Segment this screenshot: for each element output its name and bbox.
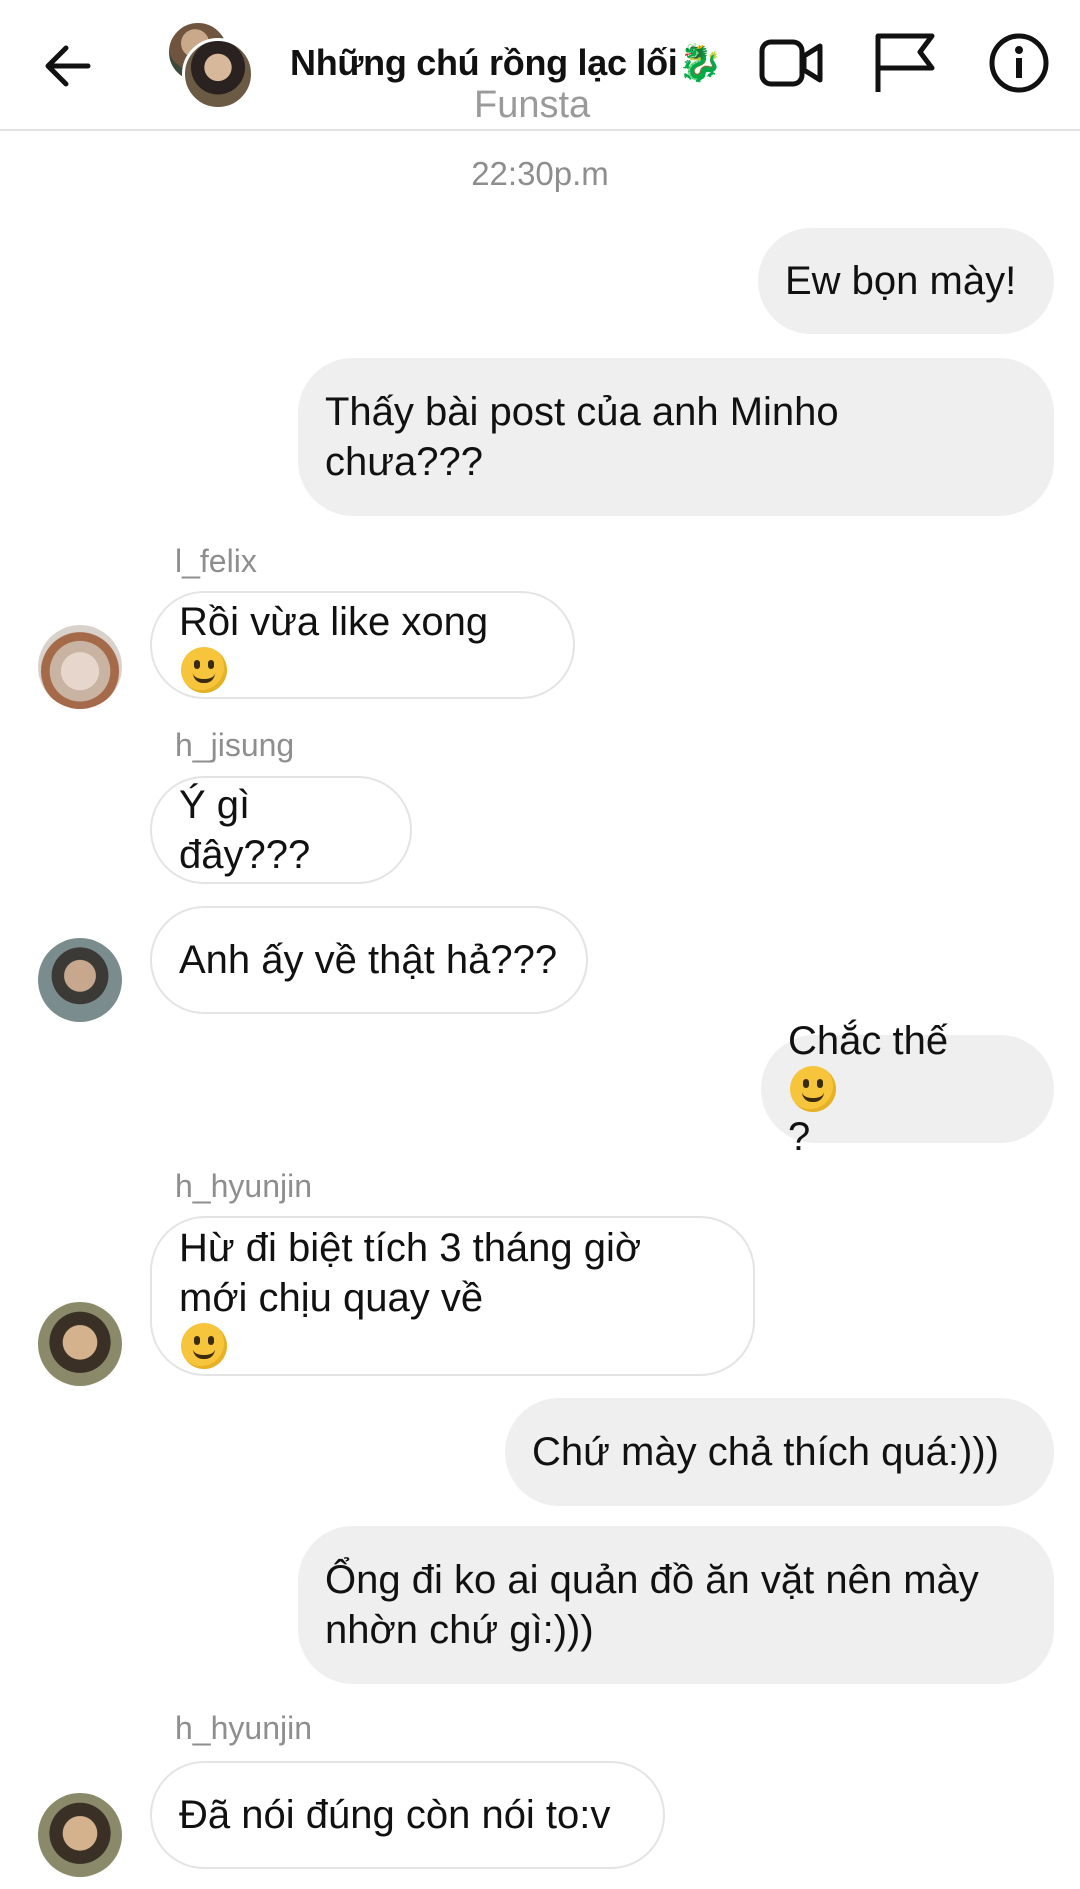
chat-timestamp: 22:30p.m — [471, 155, 609, 192]
message-text: Ý gì đây??? — [179, 783, 311, 877]
message-outgoing[interactable]: Thấy bài post của anh Minho chưa??? — [298, 358, 1054, 516]
chat-subtitle: Funsta — [474, 84, 591, 126]
avatar-h-hyunjin[interactable] — [38, 1793, 122, 1877]
flag-icon[interactable] — [872, 30, 938, 96]
message-text-line: Hừ đi biệt tích 3 tháng giờ — [179, 1226, 642, 1270]
message-outgoing[interactable]: Chắc thế? — [761, 1019, 1054, 1159]
sender-name: h_hyunjin — [175, 1168, 312, 1204]
chat-title[interactable]: Những chú rồng lạc lối🐉 — [290, 42, 722, 84]
message-text-after: ? — [788, 1115, 811, 1159]
back-arrow-icon[interactable] — [38, 36, 98, 96]
avatar-l-felix[interactable] — [38, 625, 122, 709]
message-text-line: nhờn chứ gì:))) — [325, 1608, 594, 1652]
smirking-face-emoji-icon — [181, 1323, 227, 1369]
message-text: Rồi vừa like xong — [179, 597, 488, 693]
sender-name: l_felix — [175, 543, 257, 579]
message-outgoing[interactable]: Ổng đi ko ai quản đồ ăn vặt nên mày nhờn… — [298, 1526, 1054, 1684]
video-call-icon[interactable] — [758, 30, 824, 96]
smiling-face-emoji-icon — [181, 647, 227, 693]
message-text: Chứ mày chả thích quá:))) — [532, 1430, 999, 1474]
message-text-line: chưa??? — [325, 440, 484, 484]
avatar-h-hyunjin[interactable] — [38, 1302, 122, 1386]
message-text-before: Chắc thế — [788, 1019, 949, 1063]
message-text: Đã nói đúng còn nói to:v — [179, 1793, 611, 1837]
message-text: Ew bọn mày! — [785, 259, 1017, 303]
message-incoming[interactable]: Rồi vừa like xong — [150, 591, 575, 699]
sender-name: h_hyunjin — [175, 1710, 312, 1746]
message-incoming[interactable]: Anh ấy về thật hả??? — [150, 906, 588, 1014]
message-incoming[interactable]: Hừ đi biệt tích 3 tháng giờ mới chịu qua… — [150, 1216, 755, 1376]
group-avatar-photo-2 — [182, 38, 254, 110]
message-outgoing[interactable]: Ew bọn mày! — [758, 228, 1054, 334]
grinning-face-emoji-icon — [790, 1066, 836, 1112]
message-text-line: mới chịu quay về — [179, 1273, 641, 1369]
message-incoming[interactable]: Ý gì đây??? — [150, 776, 412, 884]
message-text: Anh ấy về thật hả??? — [179, 938, 558, 982]
info-icon[interactable] — [986, 30, 1052, 96]
message-outgoing[interactable]: Chứ mày chả thích quá:))) — [505, 1398, 1054, 1506]
message-text-content: Rồi vừa like xong — [179, 600, 489, 644]
message-text: Chắc thế? — [788, 1016, 948, 1162]
avatar-h-jisung[interactable] — [38, 938, 122, 1022]
group-avatar[interactable] — [160, 20, 260, 110]
message-incoming[interactable]: Đã nói đúng còn nói to:v — [150, 1761, 665, 1869]
message-text-line: Ổng đi ko ai quản đồ ăn vặt nên mày — [325, 1558, 979, 1602]
chat-header: Những chú rồng lạc lối🐉 Funsta — [0, 0, 1080, 131]
message-text-line: Thấy bài post của anh Minho — [325, 390, 839, 434]
sender-name: h_jisung — [175, 727, 295, 763]
message-text-content: mới chịu quay về — [179, 1276, 484, 1320]
